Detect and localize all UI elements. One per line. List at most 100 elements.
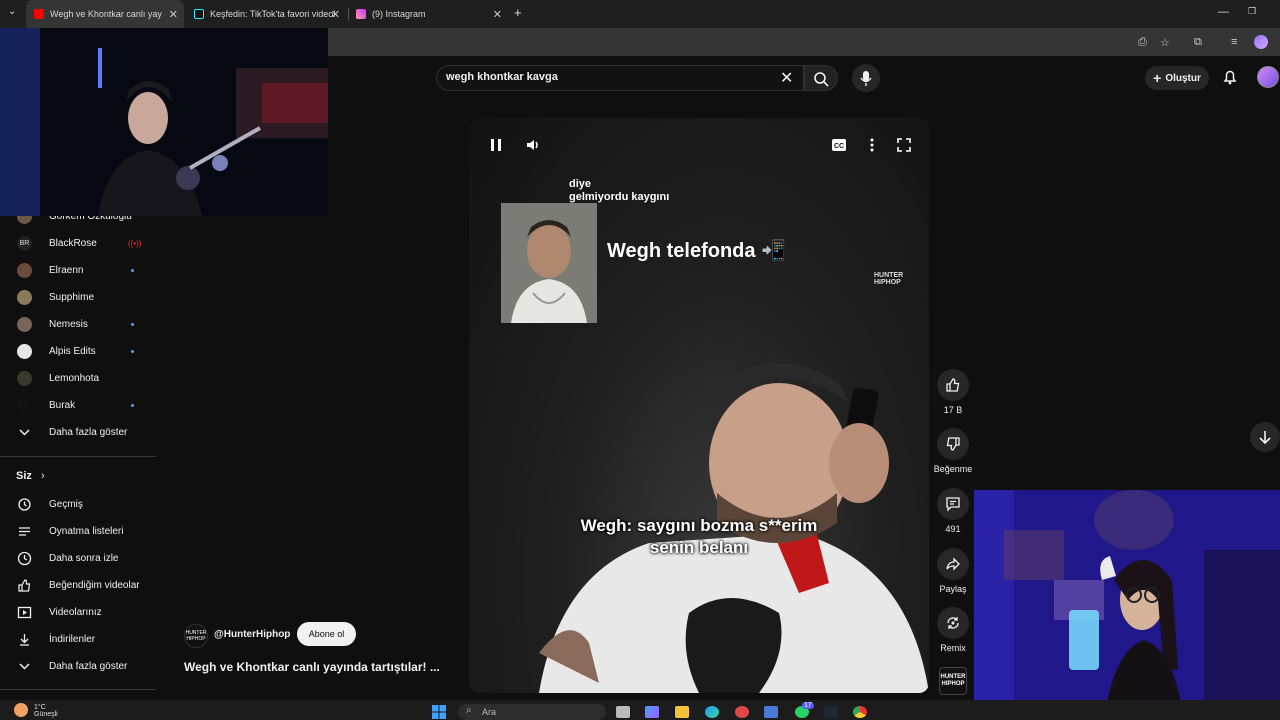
- account-avatar[interactable]: [1257, 66, 1279, 88]
- sidebar-subscription-supphime[interactable]: Supphime: [0, 284, 156, 310]
- channel-thumbnail-button[interactable]: HUNTER HIPHOP: [939, 667, 967, 695]
- remix-label: Remix: [940, 643, 966, 653]
- dislike-button[interactable]: Beğenme: [934, 428, 972, 474]
- overlay-headline: Wegh telefonda 📲: [607, 240, 786, 262]
- next-video-button[interactable]: [1250, 422, 1280, 452]
- new-content-dot: [131, 268, 134, 272]
- minimize-icon[interactable]: —: [1218, 6, 1229, 18]
- brand-watermark: HUNTER HIPHOP: [874, 272, 904, 286]
- channel-logo[interactable]: HUNTER HIPHOP: [184, 624, 208, 648]
- sidebar-subscription-alpis-edits[interactable]: Alpis Edits: [0, 338, 156, 364]
- restore-icon[interactable]: ❐: [1248, 6, 1256, 17]
- volume-icon[interactable]: [525, 137, 541, 153]
- channel-avatar: [17, 397, 32, 413]
- search-button[interactable]: [804, 65, 838, 91]
- steam-icon[interactable]: [824, 706, 838, 718]
- tab-tiktok[interactable]: Keşfedin: TikTok'ta favori videol ✕: [188, 0, 346, 28]
- webcam-image: [0, 28, 328, 216]
- download-icon: [20, 633, 29, 646]
- sidebar-item-watch-later[interactable]: Daha sonra izle: [0, 545, 156, 571]
- weather-sun-icon[interactable]: [14, 703, 28, 717]
- sidebar-subscription-blackrose[interactable]: BR BlackRose ((•)): [0, 230, 156, 256]
- arrow-down-icon: [1259, 431, 1271, 445]
- sidebar-item-label: Oynatma listeleri: [49, 525, 124, 537]
- you-section-header[interactable]: Siz ›: [16, 470, 45, 482]
- sidebar-item-history[interactable]: Geçmiş: [0, 491, 156, 517]
- sidebar-subscription-nemesis[interactable]: Nemesis: [0, 311, 156, 337]
- file-explorer-icon[interactable]: [675, 706, 689, 718]
- channel-avatar: [17, 262, 32, 278]
- store-icon[interactable]: [764, 706, 778, 718]
- close-tab-icon[interactable]: ✕: [331, 8, 340, 21]
- channel-avatar: [17, 370, 32, 386]
- screen: ⌄ Wegh ve Khontkar canlı yay ✕ Keşfedin:…: [0, 0, 1280, 720]
- sidebar-subscription-elraenn[interactable]: Elraenn: [0, 257, 156, 283]
- sidebar-item-liked-videos[interactable]: Beğendiğim videolar: [0, 572, 156, 598]
- tab-youtube[interactable]: Wegh ve Khontkar canlı yay ✕: [26, 0, 184, 28]
- svg-text:CC: CC: [834, 143, 844, 150]
- comment-count: 491: [945, 524, 961, 534]
- close-tab-icon[interactable]: ✕: [169, 8, 178, 21]
- browser-profile-icon[interactable]: [1254, 35, 1268, 49]
- show-more-you-button[interactable]: Daha fazla göster: [0, 653, 156, 679]
- fullscreen-icon[interactable]: [897, 138, 911, 152]
- windows-start-icon[interactable]: [432, 705, 446, 719]
- webcam-overlay-guest: [974, 490, 1280, 720]
- video-title[interactable]: Wegh ve Khontkar canlı yayında tartıştıl…: [184, 660, 440, 674]
- subscribe-button[interactable]: Abone ol: [297, 622, 356, 646]
- sidebar-item-downloads[interactable]: İndirilenler: [0, 626, 156, 652]
- youtube-favicon-icon: [34, 9, 44, 19]
- task-view-icon[interactable]: [616, 706, 630, 718]
- close-tab-icon[interactable]: ✕: [493, 8, 502, 21]
- share-label: Paylaş: [939, 584, 967, 594]
- notifications-bell-icon[interactable]: [1221, 68, 1239, 86]
- sidebar-item-label: Videolarınız: [49, 606, 102, 618]
- embedded-photo: [501, 203, 597, 323]
- captions-icon[interactable]: CC: [831, 138, 847, 152]
- pause-icon[interactable]: [489, 138, 503, 152]
- show-more-subscriptions-button[interactable]: Daha fazla göster: [0, 419, 156, 445]
- playlist-icon: [19, 526, 30, 536]
- subscription-name: Alpis Edits: [49, 345, 96, 357]
- shorts-video-player[interactable]: diye gelmiyordu kaygını Wegh telefonda 📲…: [469, 118, 929, 693]
- search-query: wegh khontkar kavga: [446, 71, 558, 83]
- taskbar-search[interactable]: ⌕ Ara: [458, 704, 606, 720]
- tab-instagram[interactable]: (9) Instagram ✕: [350, 0, 508, 28]
- voice-search-button[interactable]: [852, 64, 880, 92]
- sidebar-subscription-burak[interactable]: Burak: [0, 392, 156, 418]
- sidebar-item-label: Geçmiş: [49, 498, 83, 510]
- search-icon: [814, 72, 829, 87]
- taskbar-search-label: Ara: [482, 707, 497, 717]
- comments-button[interactable]: 491: [937, 488, 969, 534]
- new-tab-button[interactable]: +: [514, 5, 522, 20]
- clear-search-icon[interactable]: ✕: [780, 68, 793, 88]
- tab-title: (9) Instagram: [372, 9, 426, 19]
- subscribe-label: Abone ol: [308, 629, 345, 639]
- bookmark-star-icon[interactable]: ☆: [1160, 36, 1170, 49]
- sidebar-item-playlists[interactable]: Oynatma listeleri: [0, 518, 156, 544]
- subscription-name: Elraenn: [49, 264, 84, 276]
- reading-list-icon[interactable]: ≡: [1231, 36, 1237, 48]
- like-count: 17 B: [943, 405, 963, 415]
- extensions-icon[interactable]: ⧉: [1194, 36, 1202, 49]
- browser-tab-strip: ⌄ Wegh ve Khontkar canlı yay ✕ Keşfedin:…: [0, 0, 1280, 28]
- channel-handle[interactable]: @HunterHiphop: [214, 629, 290, 640]
- sidebar-item-your-videos[interactable]: Videolarınız: [0, 599, 156, 625]
- app-icon[interactable]: [735, 706, 749, 718]
- share-button[interactable]: Paylaş: [937, 548, 969, 594]
- plus-icon: +: [1153, 70, 1162, 86]
- chrome-icon[interactable]: [853, 706, 867, 718]
- sidebar-subscription-lemonhota[interactable]: Lemonhota: [0, 365, 156, 391]
- widgets-icon[interactable]: [645, 706, 659, 718]
- webcam-overlay-streamer: [0, 28, 328, 216]
- tab-search-chevron-icon[interactable]: ⌄: [8, 6, 16, 17]
- channel-avatar: [17, 289, 32, 305]
- like-button[interactable]: 17 B: [937, 369, 969, 415]
- remix-button[interactable]: Remix: [937, 607, 969, 653]
- chevron-down-icon: [19, 428, 30, 436]
- create-button[interactable]: + Oluştur: [1145, 66, 1209, 90]
- weather-widget[interactable]: 1°C Güneşli: [34, 704, 58, 718]
- edge-browser-icon[interactable]: [705, 706, 719, 718]
- more-options-icon[interactable]: [869, 138, 875, 152]
- install-app-icon[interactable]: ⎙: [1138, 36, 1147, 49]
